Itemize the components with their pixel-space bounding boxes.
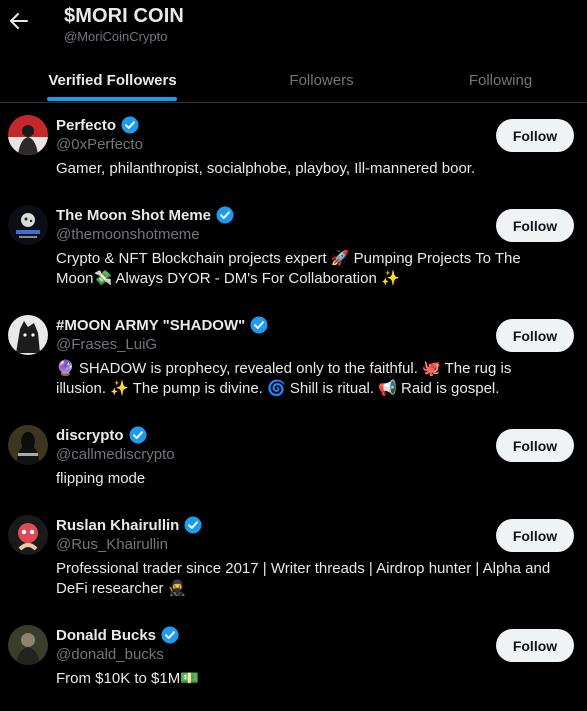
name-row: Donald Bucks xyxy=(56,625,179,645)
follow-button[interactable]: Follow xyxy=(496,629,574,662)
verified-badge-icon xyxy=(129,426,147,444)
bio-line: 🔮 SHADOW is prophecy, revealed only to t… xyxy=(56,360,512,377)
name-row: discrypto xyxy=(56,425,147,445)
user-name[interactable]: discrypto xyxy=(56,427,124,444)
user-cell[interactable]: #MOON ARMY "SHADOW" @Frases_LuiG 🔮 SHADO… xyxy=(0,315,587,415)
user-bio: 🔮 SHADOW is prophecy, revealed only to t… xyxy=(56,359,571,399)
name-row: #MOON ARMY "SHADOW" xyxy=(56,315,268,335)
avatar[interactable] xyxy=(8,315,48,355)
tab-followers[interactable]: Followers xyxy=(224,58,419,102)
verified-badge-icon xyxy=(161,626,179,644)
user-cell[interactable]: discrypto @callmediscrypto flipping mode… xyxy=(0,425,587,505)
follow-button[interactable]: Follow xyxy=(496,119,574,152)
bio-line: DeFi researcher 🥷 xyxy=(56,580,187,597)
user-cell[interactable]: Ruslan Khairullin @Rus_Khairullin Profes… xyxy=(0,515,587,615)
user-bio: Crypto & NFT Blockchain projects expert … xyxy=(56,249,571,289)
name-row: Ruslan Khairullin xyxy=(56,515,202,535)
user-cell[interactable]: Donald Bucks @donald_bucks From $10K to … xyxy=(0,625,587,705)
avatar[interactable] xyxy=(8,205,48,245)
follow-button[interactable]: Follow xyxy=(496,319,574,352)
page-title: $MORI COIN xyxy=(64,5,184,27)
user-bio: From $10K to $1M💵 xyxy=(56,669,571,689)
user-bio: Gamer, philanthropist, socialphobe, play… xyxy=(56,159,571,179)
bio-line: Crypto & NFT Blockchain projects expert … xyxy=(56,250,521,267)
bio-line: From $10K to $1M💵 xyxy=(56,670,199,687)
user-name[interactable]: The Moon Shot Meme xyxy=(56,207,211,224)
profile-handle: @MoriCoinCrypto xyxy=(64,29,168,44)
user-name[interactable]: Perfecto xyxy=(56,117,116,134)
active-tab-indicator xyxy=(47,97,177,101)
tab-bar: Verified Followers Followers Following xyxy=(0,58,587,103)
user-handle[interactable]: @Frases_LuiG xyxy=(56,336,157,353)
follow-button[interactable]: Follow xyxy=(496,519,574,552)
user-name[interactable]: Donald Bucks xyxy=(56,627,156,644)
user-handle[interactable]: @Rus_Khairullin xyxy=(56,536,168,553)
follow-button[interactable]: Follow xyxy=(496,429,574,462)
bio-line: Gamer, philanthropist, socialphobe, play… xyxy=(56,160,476,177)
back-arrow-icon[interactable] xyxy=(8,6,30,36)
avatar[interactable] xyxy=(8,515,48,555)
profile-header: $MORI COIN @MoriCoinCrypto xyxy=(0,0,587,58)
follow-button[interactable]: Follow xyxy=(496,209,574,242)
tab-following[interactable]: Following xyxy=(403,58,587,102)
user-handle[interactable]: @callmediscrypto xyxy=(56,446,175,463)
avatar[interactable] xyxy=(8,115,48,155)
user-cell[interactable]: Perfecto @0xPerfecto Gamer, philanthropi… xyxy=(0,115,587,195)
user-bio: flipping mode xyxy=(56,469,571,489)
name-row: The Moon Shot Meme xyxy=(56,205,234,225)
bio-line: Moon💸 Always DYOR - DM's For Collaborati… xyxy=(56,270,400,287)
avatar[interactable] xyxy=(8,425,48,465)
bio-line: Professional trader since 2017 | Writer … xyxy=(56,560,551,577)
avatar[interactable] xyxy=(8,625,48,665)
user-name[interactable]: Ruslan Khairullin xyxy=(56,517,179,534)
verified-badge-icon xyxy=(184,516,202,534)
user-bio: Professional trader since 2017 | Writer … xyxy=(56,559,571,599)
verified-badge-icon xyxy=(216,206,234,224)
user-name[interactable]: #MOON ARMY "SHADOW" xyxy=(56,317,245,334)
tab-verified-followers[interactable]: Verified Followers xyxy=(15,58,210,102)
name-row: Perfecto xyxy=(56,115,139,135)
bio-line: flipping mode xyxy=(56,470,146,487)
user-handle[interactable]: @donald_bucks xyxy=(56,646,164,663)
bio-line: illusion. ✨ The pump is divine. 🌀 Shill … xyxy=(56,380,500,397)
verified-badge-icon xyxy=(250,316,268,334)
verified-badge-icon xyxy=(121,116,139,134)
user-handle[interactable]: @0xPerfecto xyxy=(56,136,143,153)
user-cell[interactable]: The Moon Shot Meme @themoonshotmeme Cryp… xyxy=(0,205,587,305)
user-handle[interactable]: @themoonshotmeme xyxy=(56,226,200,243)
